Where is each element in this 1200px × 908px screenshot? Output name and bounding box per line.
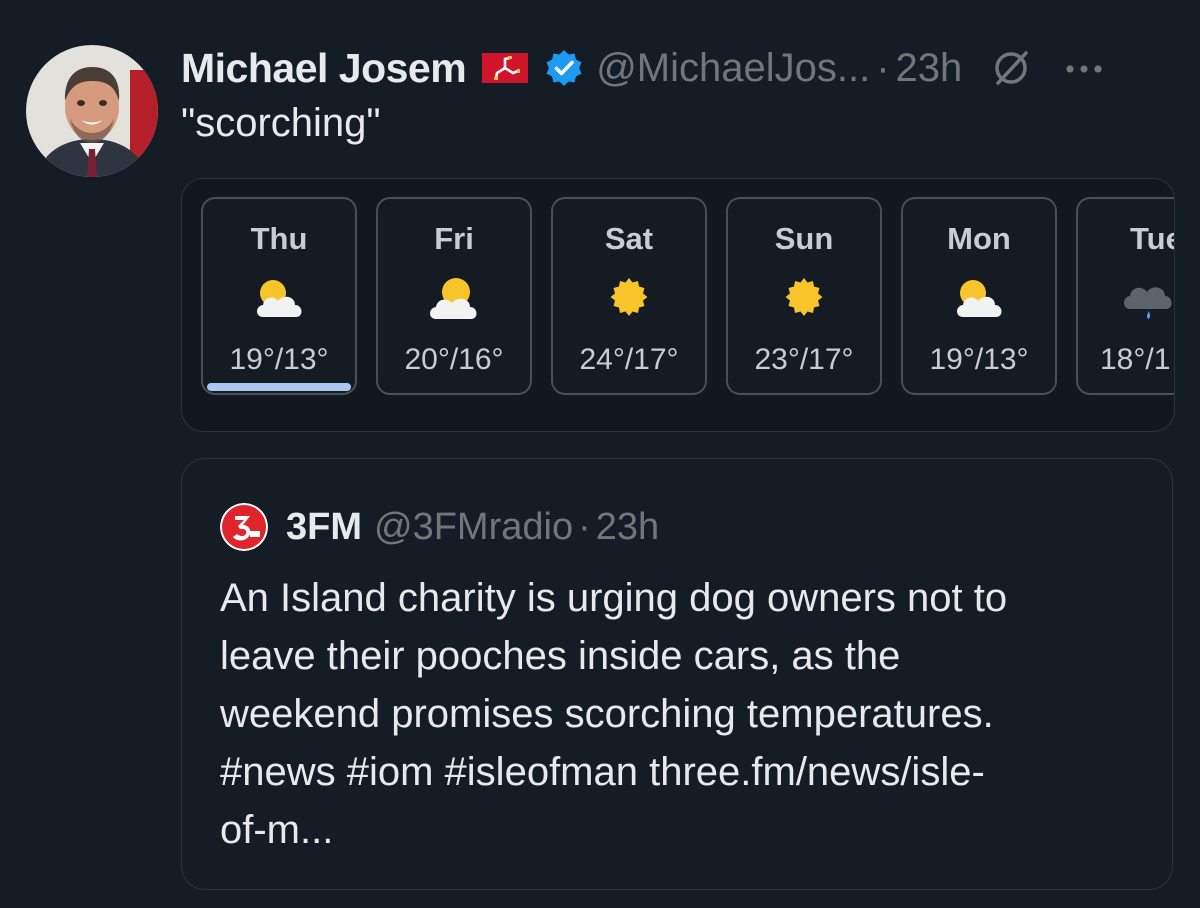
author-avatar-image bbox=[26, 45, 158, 177]
sunny-icon bbox=[785, 278, 823, 316]
verified-badge-icon bbox=[544, 48, 584, 88]
quoted-text-line: leave their pooches inside cars, as the bbox=[220, 634, 901, 678]
partly-cloudy-icon bbox=[430, 278, 477, 319]
forecast-day-mon: Mon 19°/13° bbox=[901, 197, 1057, 395]
quoted-tweet-text: An Island charity is urging dog owners n… bbox=[220, 569, 1120, 859]
more-options-icon[interactable] bbox=[1064, 62, 1104, 74]
day-name: Sat bbox=[604, 221, 654, 256]
quoted-tweet[interactable]: 3FM @3FMradio · 23h An Island charity is… bbox=[181, 458, 1173, 890]
quoted-text-line: of-m... bbox=[220, 808, 334, 852]
forecast-day-sun: Sun 23°/17° bbox=[726, 197, 882, 395]
weather-forecast-image[interactable]: Thu 19°/13° Fri 20°/16° Sat 24°/17° Sun … bbox=[181, 178, 1175, 432]
tweet-page: Michael Josem @MichaelJos... · 23h "scor… bbox=[0, 0, 1200, 908]
day-name: Fri bbox=[434, 221, 474, 256]
partly-cloudy-icon bbox=[257, 280, 302, 317]
day-name: Mon bbox=[947, 221, 1011, 256]
forecast-day-tue: Tue 18°/1 bbox=[1076, 197, 1174, 395]
author-avatar[interactable] bbox=[26, 45, 158, 177]
quoted-author-name[interactable]: 3FM bbox=[286, 506, 362, 549]
3fm-logo-icon[interactable] bbox=[220, 503, 268, 551]
quoted-author-handle[interactable]: @3FMradio bbox=[374, 506, 573, 549]
day-temperature: 18°/1 bbox=[1100, 343, 1171, 376]
quoted-text-line: weekend promises scorching temperatures. bbox=[220, 692, 994, 736]
day-name: Tue bbox=[1130, 221, 1174, 256]
separator-dot: · bbox=[578, 505, 591, 548]
sunny-icon bbox=[610, 278, 648, 316]
author-handle[interactable]: @MichaelJos... bbox=[596, 46, 870, 91]
quoted-text-line: An Island charity is urging dog owners n… bbox=[220, 576, 1008, 620]
author-name[interactable]: Michael Josem bbox=[181, 45, 467, 92]
tweet-text: "scorching" bbox=[181, 101, 381, 145]
grok-icon[interactable] bbox=[990, 47, 1032, 89]
day-temperature: 23°/17° bbox=[754, 343, 854, 376]
quoted-tweet-time[interactable]: 23h bbox=[596, 506, 659, 549]
quoted-text-line: #news #iom #isleofman three.fm/news/isle… bbox=[220, 750, 985, 794]
forecast-day-thu: Thu 19°/13° bbox=[201, 197, 357, 395]
forecast-day-sat: Sat 24°/17° bbox=[551, 197, 707, 395]
forecast-day-fri: Fri 20°/16° bbox=[376, 197, 532, 395]
rain-icon bbox=[1124, 287, 1172, 319]
day-temperature: 24°/17° bbox=[579, 343, 679, 376]
isle-of-man-flag-icon bbox=[482, 53, 529, 83]
day-temperature: 20°/16° bbox=[404, 343, 504, 376]
day-temperature: 19°/13° bbox=[229, 343, 329, 376]
selected-day-indicator bbox=[207, 383, 351, 391]
partly-cloudy-icon bbox=[957, 280, 1002, 317]
day-temperature: 19°/13° bbox=[929, 343, 1029, 376]
tweet-header: Michael Josem @MichaelJos... · 23h bbox=[181, 40, 1104, 96]
day-name: Thu bbox=[250, 221, 308, 256]
quoted-tweet-header: 3FM @3FMradio · 23h bbox=[220, 501, 659, 553]
tweet-time[interactable]: 23h bbox=[896, 46, 963, 91]
separator-dot: · bbox=[876, 45, 890, 90]
day-name: Sun bbox=[774, 221, 834, 256]
